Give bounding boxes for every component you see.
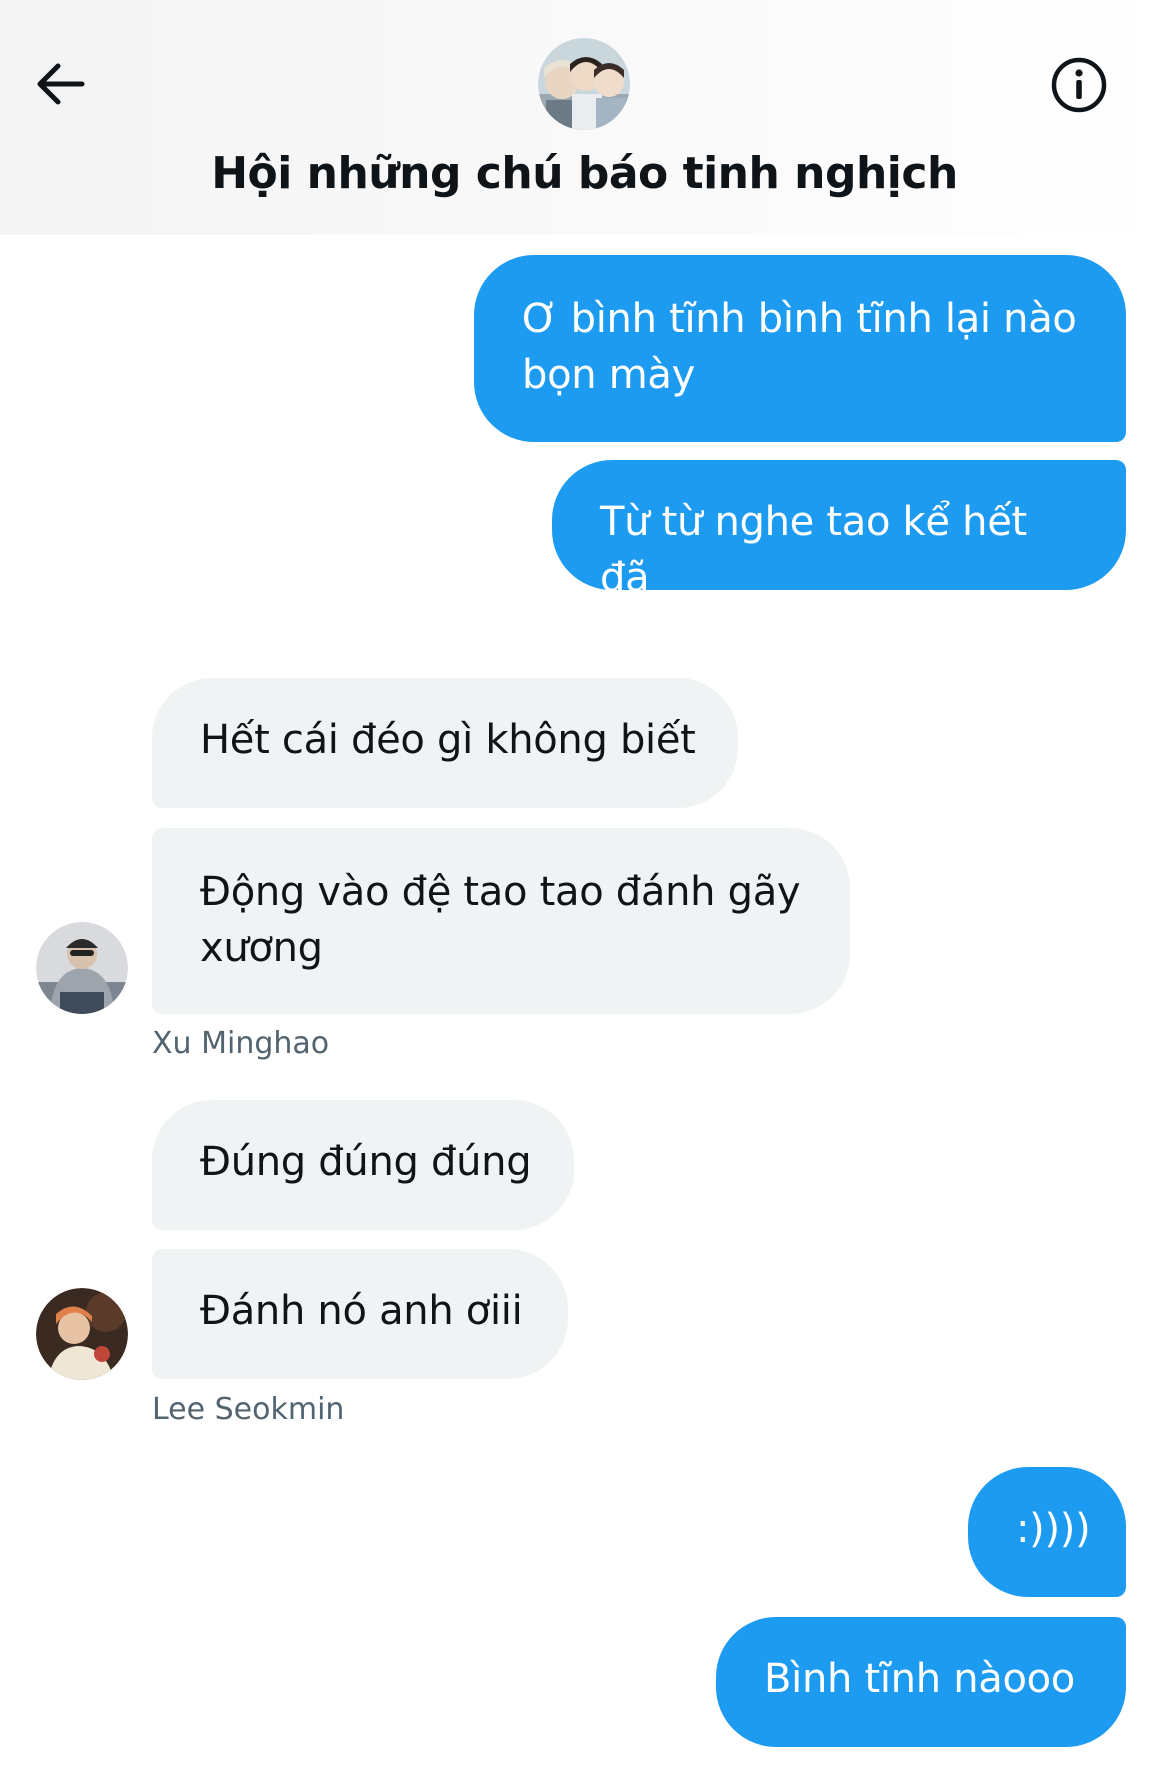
message-text: Đánh nó anh ơiii [200, 1288, 523, 1334]
sender-avatar[interactable] [36, 922, 128, 1014]
outgoing-message-bubble[interactable]: Bình tĩnh nàooo [716, 1617, 1126, 1747]
incoming-message-bubble[interactable]: Hết cái đéo gì không biết [152, 678, 738, 808]
message-text: Hết cái đéo gì không biết [200, 717, 696, 763]
group-avatar[interactable] [538, 38, 630, 130]
incoming-message-bubble[interactable]: Động vào đệ tao tao đánh gãy xương [152, 828, 850, 1014]
incoming-message-bubble[interactable]: Đúng đúng đúng [152, 1100, 574, 1230]
back-button[interactable] [30, 58, 90, 110]
conversation-title: Hội những chú báo tinh nghịch [211, 148, 958, 199]
message-text: Ơ bình tĩnh bình tĩnh lại nào bọn mày [522, 296, 1077, 398]
arrow-left-icon [37, 63, 85, 105]
message-text: Đúng đúng đúng [200, 1139, 532, 1185]
info-circle-icon [1051, 57, 1107, 113]
lee-seokmin-photo [36, 1288, 128, 1380]
group-photo [538, 38, 630, 130]
conversation-info-button[interactable] [1044, 50, 1114, 120]
outgoing-message-bubble[interactable]: Ơ bình tĩnh bình tĩnh lại nào bọn mày [474, 255, 1126, 442]
sender-name: Lee Seokmin [152, 1392, 345, 1427]
outgoing-message-bubble[interactable]: Từ từ nghe tao kể hết đã [552, 460, 1126, 601]
xu-minghao-photo [36, 922, 128, 1014]
message-text: Bình tĩnh nàooo [764, 1656, 1075, 1702]
conversation-header: Hội những chú báo tinh nghịch [0, 0, 1169, 235]
message-text: :)))) [1016, 1506, 1091, 1552]
sender-name: Xu Minghao [152, 1026, 330, 1061]
message-text: Động vào đệ tao tao đánh gãy xương [200, 869, 801, 971]
message-text: Từ từ nghe tao kể hết đã [600, 499, 1027, 601]
incoming-message-bubble[interactable]: Đánh nó anh ơiii [152, 1249, 568, 1379]
outgoing-message-bubble[interactable]: :)))) [968, 1467, 1126, 1597]
sender-avatar[interactable] [36, 1288, 128, 1380]
